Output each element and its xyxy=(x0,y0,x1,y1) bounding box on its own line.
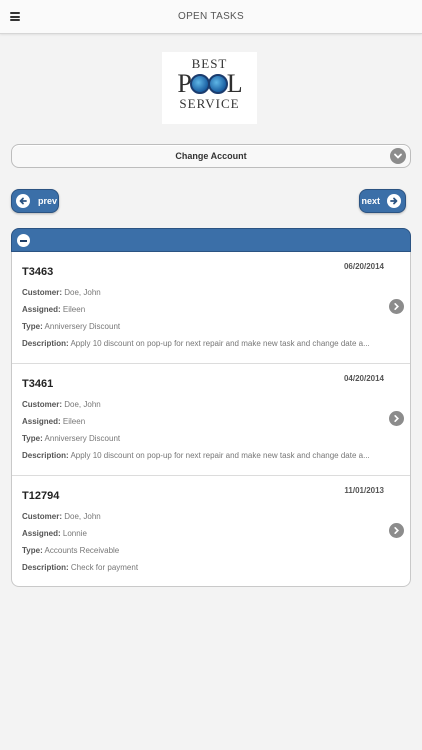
task-customer-row: Customer: Doe, John xyxy=(22,288,384,297)
prev-button[interactable]: prev xyxy=(11,189,59,213)
task-list: T3463 06/20/2014 Customer: Doe, John Ass… xyxy=(11,252,411,587)
type-label: Type: xyxy=(22,434,43,443)
task-item[interactable]: T12794 11/01/2013 Customer: Doe, John As… xyxy=(12,476,410,588)
chevron-right-icon[interactable] xyxy=(389,523,404,538)
task-assigned-row: Assigned: Eileen xyxy=(22,305,384,314)
task-customer: Doe, John xyxy=(64,512,101,521)
arrow-right-icon xyxy=(387,194,401,208)
next-button[interactable]: next xyxy=(359,189,406,213)
task-type-row: Type: Anniversery Discount xyxy=(22,434,384,443)
change-account-select[interactable]: Change Account xyxy=(11,144,411,168)
next-label: next xyxy=(361,196,380,206)
task-assigned: Eileen xyxy=(62,417,86,426)
task-id: T3463 xyxy=(22,266,54,278)
task-customer-row: Customer: Doe, John xyxy=(22,400,384,409)
assigned-label: Assigned: xyxy=(22,529,61,538)
customer-label: Customer: xyxy=(22,512,63,521)
task-description: Apply 10 discount on pop-up for next rep… xyxy=(70,339,370,348)
pool-ball-icon xyxy=(189,74,210,94)
prev-label: prev xyxy=(38,196,58,206)
task-assigned-row: Assigned: Eileen xyxy=(22,417,384,426)
task-assigned: Eileen xyxy=(62,305,86,314)
task-item[interactable]: T3463 06/20/2014 Customer: Doe, John Ass… xyxy=(12,252,410,364)
task-list-header[interactable] xyxy=(11,228,411,252)
task-date: 06/20/2014 xyxy=(343,262,384,271)
type-label: Type: xyxy=(22,546,43,555)
pool-ball-icon xyxy=(207,74,228,94)
task-description-row: Description: Check for payment xyxy=(22,563,384,572)
chevron-right-icon[interactable] xyxy=(389,299,404,314)
task-type-row: Type: Accounts Receivable xyxy=(22,546,384,555)
logo-text-top: BEST xyxy=(191,56,228,71)
chevron-right-icon[interactable] xyxy=(389,411,404,426)
task-customer: Doe, John xyxy=(64,288,101,297)
assigned-label: Assigned: xyxy=(22,305,61,314)
task-description: Apply 10 discount on pop-up for next rep… xyxy=(70,451,370,460)
task-assigned: Lonnie xyxy=(62,529,87,538)
task-description-row: Description: Apply 10 discount on pop-up… xyxy=(22,451,384,460)
top-bar: OPEN TASKS xyxy=(0,0,422,34)
task-assigned-row: Assigned: Lonnie xyxy=(22,529,384,538)
task-customer: Doe, John xyxy=(64,400,101,409)
collapse-minus-icon[interactable] xyxy=(17,234,30,247)
type-label: Type: xyxy=(22,322,43,331)
task-description: Check for payment xyxy=(70,563,139,572)
task-id: T3461 xyxy=(22,378,54,390)
logo-letter-p: P xyxy=(177,69,192,98)
page-title: OPEN TASKS xyxy=(178,11,244,22)
description-label: Description: xyxy=(22,339,69,348)
company-logo: BEST PL SERVICE xyxy=(162,52,257,124)
hamburger-menu-icon[interactable] xyxy=(10,12,20,21)
task-description-row: Description: Apply 10 discount on pop-up… xyxy=(22,339,384,348)
description-label: Description: xyxy=(22,563,69,572)
task-customer-row: Customer: Doe, John xyxy=(22,512,384,521)
description-label: Description: xyxy=(22,451,69,460)
logo-letter-l: L xyxy=(226,69,243,98)
logo-text-bottom: SERVICE xyxy=(179,96,240,111)
task-type-row: Type: Anniversery Discount xyxy=(22,322,384,331)
customer-label: Customer: xyxy=(22,288,63,297)
assigned-label: Assigned: xyxy=(22,417,61,426)
chevron-down-icon xyxy=(390,148,406,164)
customer-label: Customer: xyxy=(22,400,63,409)
arrow-left-icon xyxy=(16,194,30,208)
task-item[interactable]: T3461 04/20/2014 Customer: Doe, John Ass… xyxy=(12,364,410,476)
logo-text-pool: PL xyxy=(162,69,257,98)
task-type: Accounts Receivable xyxy=(44,546,120,555)
task-type: Anniversery Discount xyxy=(44,434,121,443)
task-date: 04/20/2014 xyxy=(343,374,384,383)
task-type: Anniversery Discount xyxy=(44,322,121,331)
task-date: 11/01/2013 xyxy=(344,486,384,495)
change-account-label: Change Account xyxy=(175,151,247,161)
task-id: T12794 xyxy=(22,490,60,502)
